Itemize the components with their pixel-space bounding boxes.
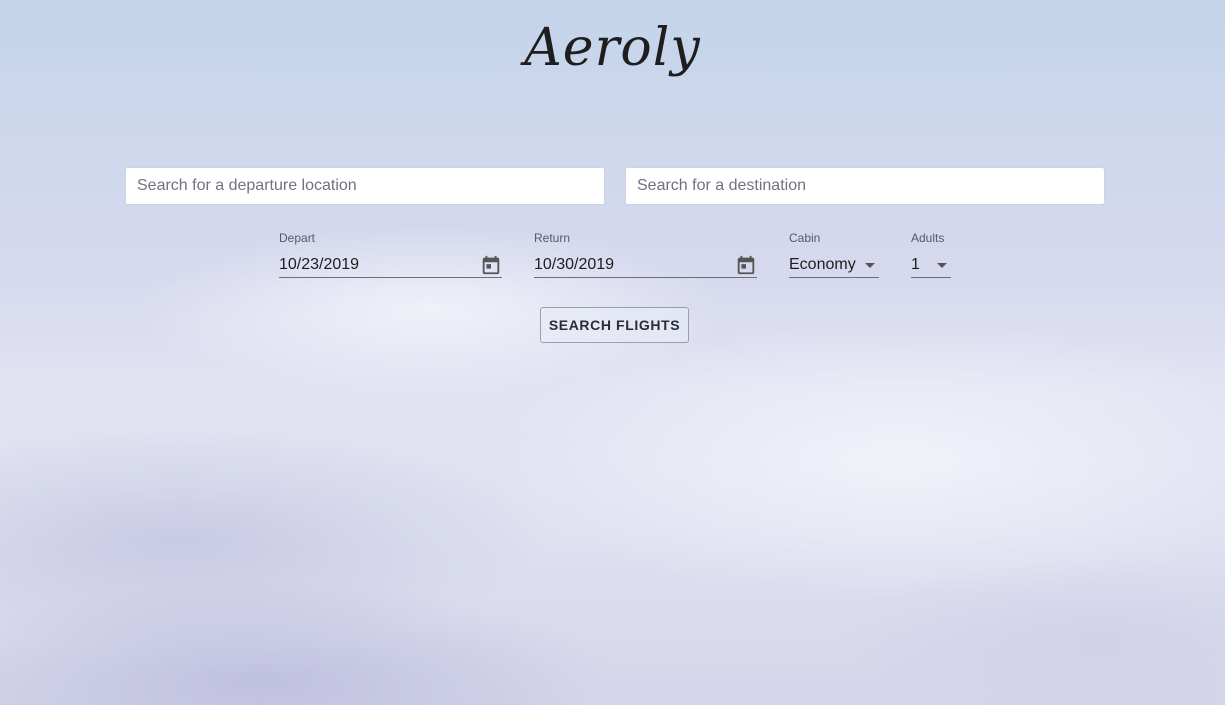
adults-value: 1 — [911, 256, 920, 273]
cabin-select[interactable]: Economy — [789, 253, 879, 278]
return-date-field: Return 10/30/2019 — [534, 231, 757, 278]
caret-down-icon — [865, 262, 875, 268]
calendar-icon[interactable] — [480, 254, 502, 276]
cabin-value: Economy — [789, 256, 856, 273]
cabin-field: Cabin Economy — [789, 231, 879, 278]
depart-date-field: Depart 10/23/2019 — [279, 231, 502, 278]
return-label: Return — [534, 231, 571, 245]
location-search-row — [125, 167, 1105, 205]
search-flights-button[interactable]: SEARCH FLIGHTS — [540, 307, 689, 343]
depart-label: Depart — [279, 231, 316, 245]
depart-date-picker[interactable]: 10/23/2019 — [279, 253, 502, 278]
cabin-label: Cabin — [789, 231, 821, 245]
depart-date-value: 10/23/2019 — [279, 256, 360, 273]
return-date-picker[interactable]: 10/30/2019 — [534, 253, 757, 278]
adults-select[interactable]: 1 — [911, 253, 951, 278]
departure-location-input[interactable] — [125, 167, 605, 205]
adults-label: Adults — [911, 231, 945, 245]
brand-logo: Aeroly — [524, 18, 701, 78]
calendar-icon[interactable] — [735, 254, 757, 276]
return-date-value: 10/30/2019 — [534, 256, 615, 273]
adults-field: Adults 1 — [911, 231, 951, 278]
destination-input[interactable] — [625, 167, 1105, 205]
caret-down-icon — [937, 262, 947, 268]
